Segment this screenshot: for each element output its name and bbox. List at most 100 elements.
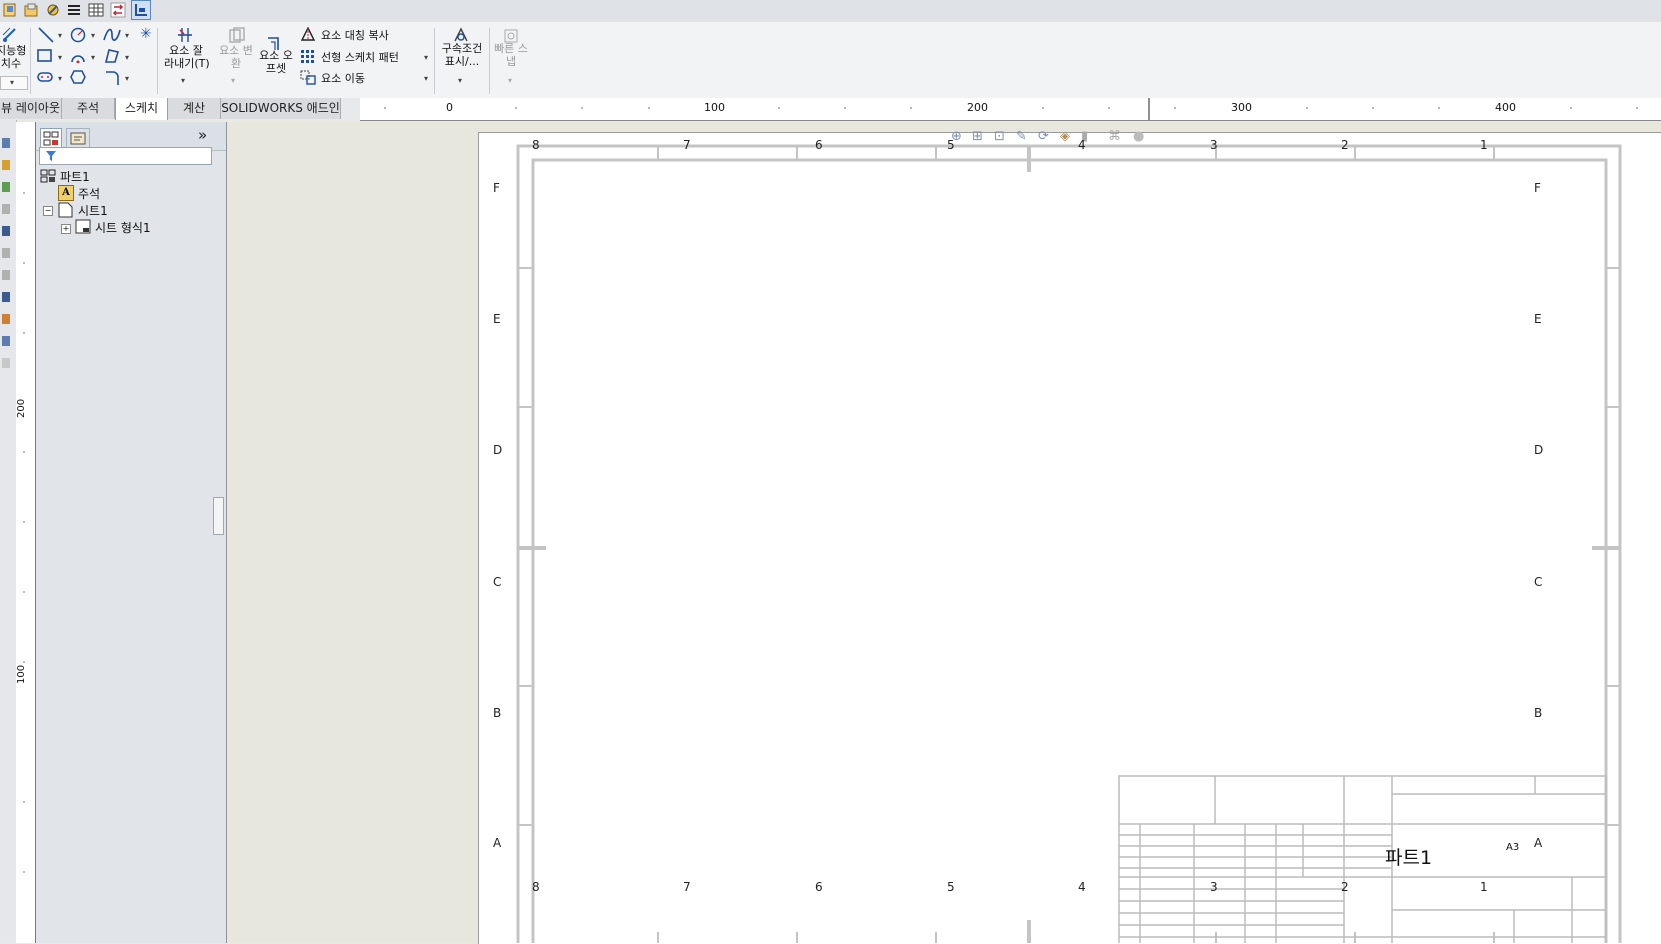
offset-entities-label[interactable]: 요소 오 프셋 [254,49,298,75]
linear-pattern-label[interactable]: 선형 스케치 패턴 [321,49,399,65]
convert-entities-icon [229,27,245,43]
zone-label-right: A [1534,836,1543,850]
zone-label-top: 3 [1210,138,1218,152]
tab-evaluate[interactable]: 계산 [168,98,221,119]
zone-label-top: 4 [1078,138,1086,152]
ruler-label: 200 [16,398,27,418]
zone-label-top: 5 [947,138,955,152]
sheet-icon [58,202,73,218]
feature-tree-tab[interactable] [40,128,62,149]
arc-icon[interactable] [70,49,86,63]
trim-entities-icon[interactable] [176,26,194,44]
tree-sheet-label[interactable]: 시트1 [78,202,108,219]
tree-sheet-format-label[interactable]: 시트 형식1 [95,219,151,236]
sidebar-tool-icon[interactable] [2,270,10,280]
collapse-toggle-icon[interactable]: − [43,206,53,216]
sidebar-tool-icon[interactable] [2,314,10,324]
panel-splitter-handle[interactable] [213,497,224,535]
sidebar-tool-icon[interactable] [2,248,10,258]
rapid-sketch-label: 빠른 스 냅 [494,42,528,68]
sidebar-tool-icon[interactable] [2,182,10,192]
sidebar-tool-icon[interactable] [2,292,10,302]
line-icon[interactable] [38,27,54,43]
mirror-entities-label[interactable]: 요소 대칭 복사 [321,27,389,43]
new-document-icon[interactable] [2,2,18,18]
point-icon[interactable]: ✳ [140,26,152,42]
ruler-label: 400 [1495,101,1516,114]
sidebar-tool-icon[interactable] [2,138,10,148]
swap-icon[interactable] [110,2,126,18]
open-document-icon[interactable] [23,2,39,18]
ruler-label: 300 [1231,101,1252,114]
display-relations-label[interactable]: 구속조건 표시/... [438,42,486,68]
zone-label-top: 7 [683,138,691,152]
slot-icon[interactable] [37,70,53,84]
table-icon[interactable] [88,2,104,18]
polygon-icon[interactable] [70,70,86,84]
feature-tree-icon [43,131,59,146]
zone-label-bottom: 3 [1210,880,1218,894]
zone-label-right: F [1534,181,1541,195]
tree-annotations-label[interactable]: 주석 [78,185,100,202]
sidebar-tool-icon[interactable] [2,336,10,346]
vertical-ruler: 200 100 [16,122,36,943]
linear-pattern-icon[interactable] [300,49,316,63]
sidebar-tool-icon[interactable] [2,160,10,170]
convert-entities-label: 요소 변 환 [219,44,253,70]
tree-root-label[interactable]: 파트1 [60,168,90,185]
zone-label-left: D [493,443,503,457]
property-manager-tab[interactable] [66,128,90,149]
expand-panel-icon[interactable]: » [198,126,207,144]
tab-view-layout[interactable]: 뷰 레이아웃 [0,98,62,119]
filter-input[interactable] [39,147,212,165]
zone-label-left: F [493,181,500,195]
drawing-frame [516,144,1622,943]
zone-label-top: 1 [1480,138,1488,152]
zone-label-right: B [1534,706,1543,720]
feature-manager-panel: » 파트1 A 주석 − 시트1 + 시트 형식1 [36,122,227,943]
mirror-entities-icon[interactable] [300,27,316,41]
zone-label-bottom: 4 [1078,880,1086,894]
zone-label-bottom: 2 [1341,880,1349,894]
sheet-format-icon [75,219,91,234]
zone-label-top: 8 [532,138,540,152]
zone-label-top: 6 [815,138,823,152]
smart-dimension-dropdown[interactable]: ▾ [0,76,28,90]
move-entities-icon[interactable] [300,70,316,85]
zone-label-bottom: 6 [815,880,823,894]
sidebar-tool-icon[interactable] [2,204,10,214]
zone-label-bottom: 7 [683,880,691,894]
expand-toggle-icon[interactable]: + [61,224,71,234]
annotations-icon: A [58,185,74,201]
ruler-label: 100 [16,664,27,684]
ruler-label: 100 [704,101,725,114]
zone-label-right: C [1534,575,1543,589]
fillet-icon[interactable] [103,70,121,86]
smart-dimension-label[interactable]: 지능형 치수 [0,44,26,70]
quick-access-toolbar [0,0,1661,23]
sidebar-tool-icon[interactable] [2,226,10,236]
zone-label-right: D [1534,443,1544,457]
sidebar-tool-icon[interactable] [2,358,10,368]
move-entities-label[interactable]: 요소 이동 [321,70,365,86]
tab-solidworks-addins[interactable]: SOLIDWORKS 애드인 [221,98,341,119]
drawing-root-icon [40,169,56,183]
circle-icon[interactable] [70,27,86,43]
options-icon[interactable] [45,2,61,18]
sheet-size: A3 [1506,842,1520,853]
drawing-title: 파트1 [1385,847,1433,869]
display-pane-icon[interactable] [131,0,151,20]
zone-label-right: E [1534,312,1542,326]
property-manager-icon [70,132,86,145]
polygon-sketch-icon[interactable] [103,48,121,64]
trim-entities-label[interactable]: 요소 잘 라내기(T) [164,44,210,70]
tab-sketch[interactable]: 스케치 [115,98,168,120]
zone-label-left: B [493,706,502,720]
ruler-label: 0 [446,101,453,114]
spline-icon[interactable] [103,27,121,43]
tab-annotation[interactable]: 주석 [62,98,115,119]
smart-dimension-icon[interactable] [1,26,19,44]
filter-icon [46,151,56,161]
list-view-icon[interactable] [66,2,82,18]
rectangle-icon[interactable] [37,49,53,63]
